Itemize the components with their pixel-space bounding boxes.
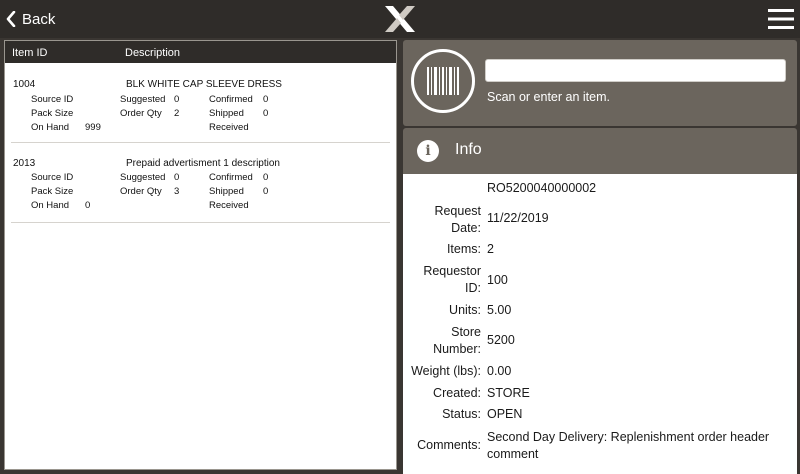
item-id: 1004 <box>13 79 36 90</box>
comments-label: Comments: <box>417 438 481 452</box>
confirmed-label: Confirmed <box>209 172 253 183</box>
top-bar: Back <box>0 0 800 38</box>
request-date-label-line1: Request <box>434 204 481 218</box>
received-label: Received <box>209 200 249 211</box>
app-logo <box>385 6 415 32</box>
back-button[interactable]: Back <box>6 8 55 30</box>
created-label: Created: <box>433 386 481 400</box>
requestor-label-line1: Requestor <box>423 264 481 278</box>
items-label: Items: <box>446 242 481 256</box>
back-label: Back <box>22 10 56 28</box>
order-qty-label: Order Qty <box>120 186 162 197</box>
weight-label: Weight (lbs): <box>411 364 481 378</box>
item-description: Prepaid advertisment 1 description <box>126 158 280 169</box>
pack-size-label: Pack Size <box>31 108 74 119</box>
info-panel: RO5200040000002 Request Date: 11/22/2019… <box>403 174 797 474</box>
column-item-id: Item ID <box>12 47 48 59</box>
order-id-value: RO5200040000002 <box>487 181 597 195</box>
chevron-left-icon <box>6 11 16 27</box>
scan-input[interactable] <box>485 59 786 82</box>
request-date-value: 11/22/2019 <box>487 211 549 225</box>
on-hand-value: 999 <box>85 122 101 133</box>
info-icon: i <box>417 140 439 162</box>
suggested-value: 0 <box>174 94 180 105</box>
column-description: Description <box>125 47 181 59</box>
status-value: OPEN <box>487 407 523 421</box>
shipped-value: 0 <box>263 108 269 119</box>
shipped-label: Shipped <box>209 108 244 119</box>
weight-value: 0.00 <box>487 364 512 378</box>
suggested-label: Suggested <box>120 94 166 105</box>
shipped-value: 0 <box>263 186 269 197</box>
created-value: STORE <box>487 386 530 400</box>
confirmed-label: Confirmed <box>209 94 253 105</box>
confirmed-value: 0 <box>263 172 269 183</box>
shipped-label: Shipped <box>209 186 244 197</box>
store-number-label-line1: Store <box>451 325 481 339</box>
status-label: Status: <box>442 407 481 421</box>
request-date-label-line2: Date: <box>451 221 481 235</box>
list-item[interactable]: 1004 BLK WHITE CAP SLEEVE DRESS Source I… <box>11 63 390 143</box>
store-number-label-line2: Number: <box>433 342 481 356</box>
requestor-label-line2: ID: <box>465 281 481 295</box>
order-qty-value: 2 <box>174 108 180 119</box>
source-id-label: Source ID <box>31 94 74 105</box>
info-header[interactable]: i Info <box>403 128 797 174</box>
store-number-value: 5200 <box>487 333 515 347</box>
confirmed-value: 0 <box>263 94 269 105</box>
items-value: 2 <box>487 242 494 256</box>
list-item[interactable]: 2013 Prepaid advertisment 1 description … <box>11 143 390 223</box>
units-value: 5.00 <box>487 303 512 317</box>
hamburger-menu-icon[interactable] <box>768 8 794 30</box>
pack-size-label: Pack Size <box>31 186 74 197</box>
item-description: BLK WHITE CAP SLEEVE DRESS <box>126 79 282 90</box>
item-id: 2013 <box>13 158 36 169</box>
on-hand-value: 0 <box>85 200 91 211</box>
barcode-scan-button[interactable] <box>411 49 475 113</box>
comments-value-line2: comment <box>487 447 539 461</box>
list-header: Item ID Description <box>5 41 396 63</box>
received-label: Received <box>209 122 249 133</box>
order-qty-label: Order Qty <box>120 108 162 119</box>
on-hand-label: On Hand <box>31 200 70 211</box>
barcode-icon <box>427 67 459 95</box>
scan-panel: Scan or enter an item. <box>403 40 797 126</box>
source-id-label: Source ID <box>31 172 74 183</box>
info-title: Info <box>455 141 482 158</box>
suggested-value: 0 <box>174 172 180 183</box>
item-list-panel: Item ID Description 1004 BLK WHITE CAP S… <box>4 40 397 470</box>
on-hand-label: On Hand <box>31 122 70 133</box>
units-label: Units: <box>449 303 481 317</box>
scan-hint: Scan or enter an item. <box>487 90 610 104</box>
requestor-value: 100 <box>487 273 508 287</box>
comments-value-line1: Second Day Delivery: Replenishment order… <box>487 430 770 444</box>
suggested-label: Suggested <box>120 172 166 183</box>
order-qty-value: 3 <box>174 186 180 197</box>
